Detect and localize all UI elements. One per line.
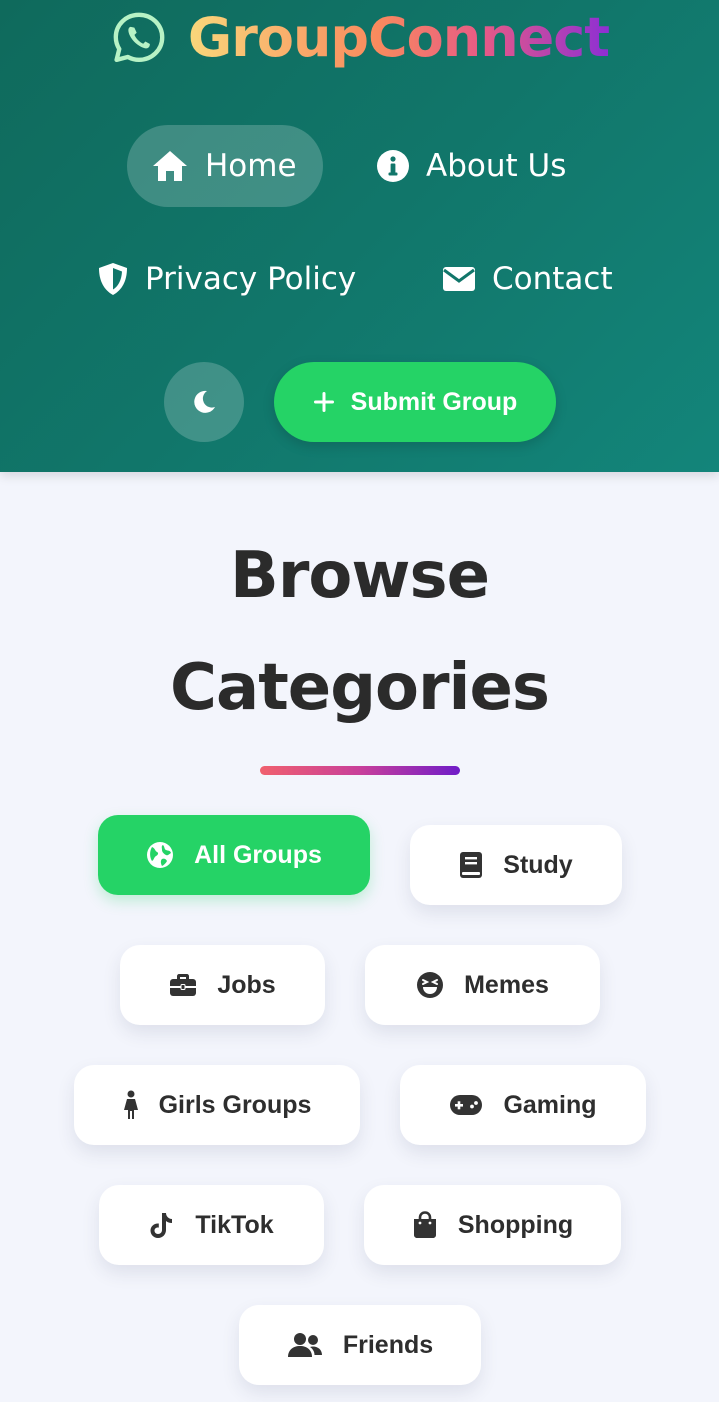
home-icon xyxy=(153,151,187,181)
users-icon xyxy=(287,1333,322,1357)
nav-contact-label: Contact xyxy=(492,261,613,297)
category-girls-groups[interactable]: Girls Groups xyxy=(74,1065,360,1145)
nav-about-label: About Us xyxy=(426,148,567,184)
female-icon xyxy=(123,1090,138,1119)
category-label: Girls Groups xyxy=(158,1090,312,1119)
category-label: Study xyxy=(503,850,573,879)
gamepad-icon xyxy=(450,1095,483,1115)
globe-icon xyxy=(147,842,174,868)
category-memes[interactable]: Memes xyxy=(365,945,600,1025)
theme-toggle-button[interactable] xyxy=(164,362,244,442)
title-underline xyxy=(260,766,460,775)
category-label: Shopping xyxy=(457,1210,574,1239)
category-label: Memes xyxy=(464,970,549,999)
plus-icon xyxy=(313,392,334,412)
whatsapp-icon xyxy=(113,12,165,63)
shopping-bag-icon xyxy=(413,1211,436,1238)
category-all-groups[interactable]: All Groups xyxy=(98,815,370,895)
category-study[interactable]: Study xyxy=(410,825,622,905)
category-label: Jobs xyxy=(217,970,276,999)
category-gaming[interactable]: Gaming xyxy=(400,1065,646,1145)
category-label: TikTok xyxy=(195,1210,274,1239)
nav-home[interactable]: Home xyxy=(127,125,323,207)
info-icon xyxy=(377,150,409,182)
category-tiktok[interactable]: TikTok xyxy=(99,1185,324,1265)
title-line-1: Browse xyxy=(230,539,490,613)
shield-icon xyxy=(99,263,127,295)
envelope-icon xyxy=(443,267,475,291)
book-icon xyxy=(460,852,483,878)
category-shopping[interactable]: Shopping xyxy=(364,1185,621,1265)
brand-name: GroupConnect xyxy=(188,4,610,72)
nav-privacy-label: Privacy Policy xyxy=(145,261,357,297)
tiktok-icon xyxy=(150,1213,173,1238)
nav-about[interactable]: About Us xyxy=(352,125,590,207)
site-header: GroupConnect Home About Us Privacy Polic… xyxy=(0,0,719,472)
nav-privacy[interactable]: Privacy Policy xyxy=(73,238,380,320)
moon-icon xyxy=(194,390,215,413)
laughing-face-icon xyxy=(417,972,444,998)
category-jobs[interactable]: Jobs xyxy=(120,945,325,1025)
nav-contact[interactable]: Contact xyxy=(418,238,637,320)
submit-group-button[interactable]: Submit Group xyxy=(274,362,556,442)
category-label: Gaming xyxy=(503,1090,597,1119)
category-label: Friends xyxy=(342,1330,434,1359)
submit-group-label: Submit Group xyxy=(350,387,518,416)
briefcase-icon xyxy=(170,974,197,996)
nav-home-label: Home xyxy=(205,148,297,184)
title-line-2: Categories xyxy=(170,651,550,725)
page-title: Browse Categories xyxy=(0,520,719,744)
category-label: All Groups xyxy=(194,840,322,869)
category-friends[interactable]: Friends xyxy=(239,1305,481,1385)
brand[interactable]: GroupConnect xyxy=(0,4,719,72)
